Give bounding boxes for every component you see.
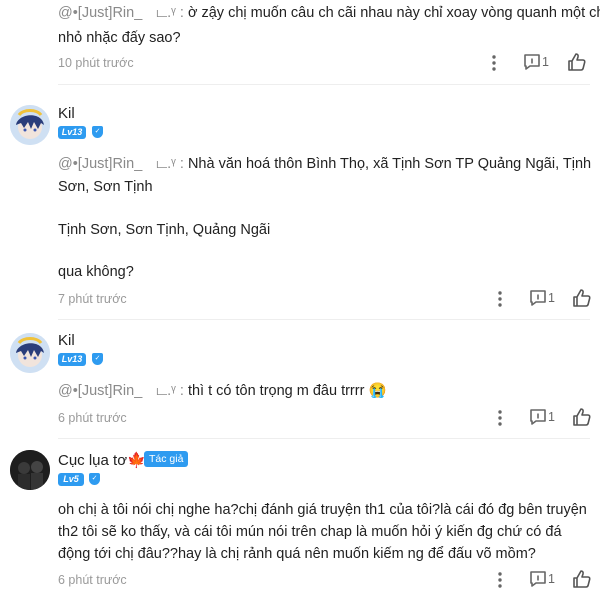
reply-count: 1: [548, 572, 555, 586]
timestamp: 6 phút trước: [58, 411, 127, 425]
comment-text-line: th2 tôi sẽ ko thấy, và cái tôi mún nói t…: [58, 524, 562, 540]
avatar[interactable]: [10, 450, 50, 490]
comment-text-line: @•[Just]Rin_ㅤட.ᵞ : thì t có tôn trọng m …: [58, 383, 387, 399]
comment-text-line: nhỏ nhặc đấy sao?: [58, 30, 181, 46]
comment-text-line: động tới chị đâu??hay là chị rảnh quá nê…: [58, 546, 536, 562]
comment-icon[interactable]: [529, 570, 547, 593]
more-vertical-icon[interactable]: [495, 409, 505, 432]
thumbs-up-icon[interactable]: [572, 407, 592, 432]
level-badge: Lv13: [58, 126, 86, 139]
author-name[interactable]: Kil: [58, 332, 75, 349]
more-vertical-icon[interactable]: [495, 290, 505, 313]
comment-text-line: Sơn, Sơn Tịnh: [58, 179, 153, 195]
reply-count: 1: [542, 55, 549, 69]
shield-icon: ✓: [92, 353, 103, 365]
comment-icon[interactable]: [529, 289, 547, 312]
shield-icon: ✓: [89, 473, 100, 485]
author-name[interactable]: Cục lụa tơ🍁: [58, 451, 146, 469]
author-tag: Tác giả: [144, 451, 189, 467]
divider: [58, 438, 590, 439]
shield-icon: ✓: [92, 126, 103, 138]
reply-count: 1: [548, 291, 555, 305]
mention[interactable]: @•[Just]Rin_ㅤட.ᵞ :: [58, 156, 184, 172]
comment-text-line: oh chị à tôi nói chị nghe ha?chị đánh gi…: [58, 502, 587, 518]
comment-text-line: Tịnh Sơn, Sơn Tịnh, Quảng Ngãi: [58, 222, 271, 238]
timestamp: 6 phút trước: [58, 573, 127, 587]
comment-text-line: @•[Just]Rin_ㅤட.ᵞ : ờ zậy chị muốn câu ch…: [58, 5, 600, 21]
avatar[interactable]: [10, 333, 50, 373]
level-badge: Lv13: [58, 353, 86, 366]
thumbs-up-icon[interactable]: [572, 288, 592, 313]
comment-icon[interactable]: [529, 408, 547, 431]
comment-icon[interactable]: [523, 53, 541, 76]
divider: [58, 319, 590, 320]
thumbs-up-icon[interactable]: [567, 52, 587, 77]
mention[interactable]: @•[Just]Rin_ㅤட.ᵞ :: [58, 383, 184, 399]
avatar[interactable]: [10, 105, 50, 145]
more-vertical-icon[interactable]: [495, 571, 505, 594]
thumbs-up-icon[interactable]: [572, 569, 592, 594]
timestamp: 10 phút trước: [58, 56, 134, 70]
mention[interactable]: @•[Just]Rin_ㅤட.ᵞ :: [58, 5, 184, 21]
timestamp: 7 phút trước: [58, 292, 127, 306]
author-name[interactable]: Kil: [58, 105, 75, 122]
comment-text-line: @•[Just]Rin_ㅤட.ᵞ : Nhà văn hoá thôn Bình…: [58, 156, 592, 172]
comment-text-line: qua không?: [58, 264, 134, 280]
reply-count: 1: [548, 410, 555, 424]
more-vertical-icon[interactable]: [489, 54, 499, 77]
divider: [58, 84, 590, 85]
level-badge: Lv5: [58, 473, 84, 486]
